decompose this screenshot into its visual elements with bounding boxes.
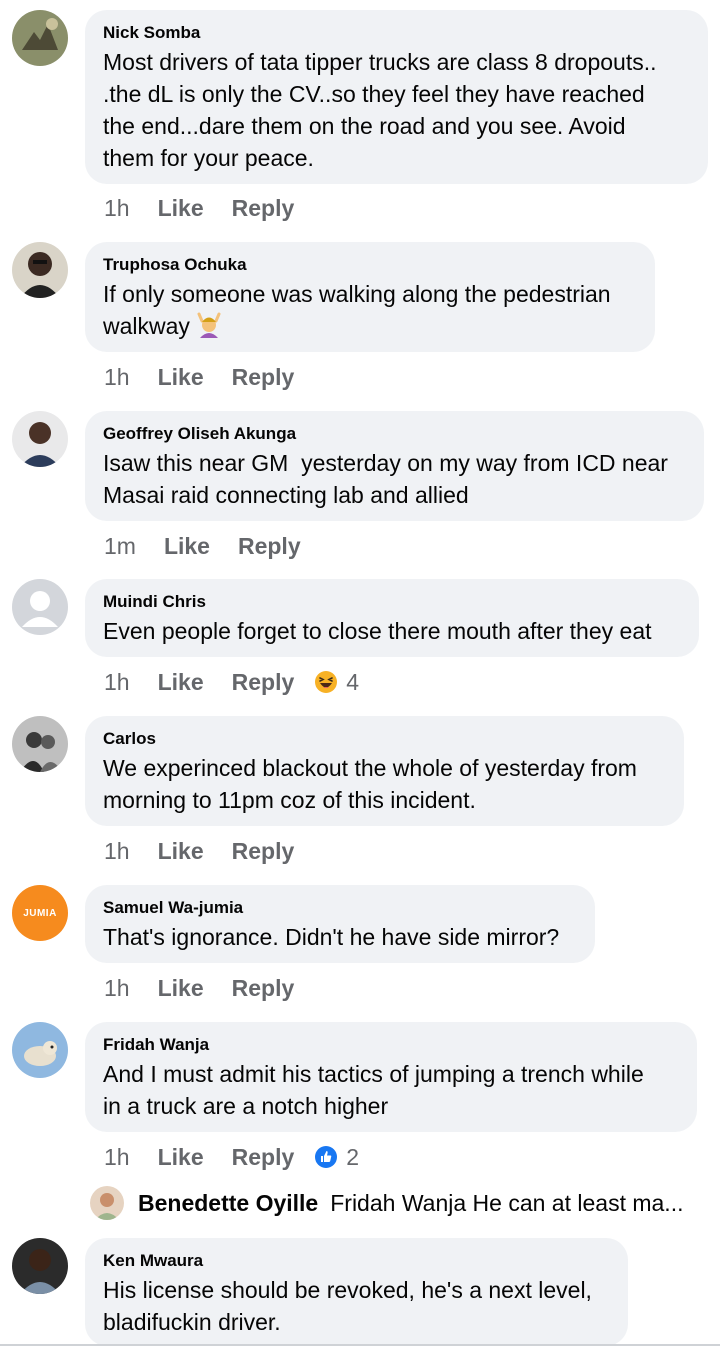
comment-bubble[interactable]: Nick Somba Most drivers of tata tipper t… bbox=[85, 10, 708, 184]
avatar[interactable] bbox=[12, 242, 68, 298]
like-button[interactable]: Like bbox=[158, 191, 204, 225]
comment-actions: 1h Like Reply 4 bbox=[104, 665, 359, 699]
reply-button[interactable]: Reply bbox=[232, 191, 295, 225]
avatar[interactable] bbox=[12, 1022, 68, 1078]
reply-text: Fridah Wanja He can at least ma... bbox=[330, 1189, 684, 1216]
avatar[interactable] bbox=[90, 1186, 124, 1220]
comment-actions: 1h Like Reply bbox=[104, 191, 322, 225]
comment-time[interactable]: 1h bbox=[104, 191, 130, 225]
reply-button[interactable]: Reply bbox=[232, 971, 295, 1005]
comment-text-line: in a truck are a notch higher bbox=[103, 1093, 389, 1119]
like-reaction-icon bbox=[315, 1146, 338, 1168]
comment-bubble[interactable]: Muindi Chris Even people forget to close… bbox=[85, 579, 699, 657]
like-button[interactable]: Like bbox=[158, 971, 204, 1005]
comment-text-line: If only someone was walking along the pe… bbox=[103, 281, 611, 307]
comment-actions: 1h Like Reply bbox=[104, 834, 322, 868]
comment-time[interactable]: 1m bbox=[104, 529, 136, 563]
reply-button[interactable]: Reply bbox=[238, 529, 301, 563]
reply-button[interactable]: Reply bbox=[232, 665, 295, 699]
comment-actions: 1h Like Reply 2 bbox=[104, 1140, 359, 1174]
comment-text-line: .the dL is only the CV..so they feel the… bbox=[103, 81, 645, 107]
reply-author[interactable]: Benedette Oyille bbox=[138, 1190, 318, 1217]
avatar[interactable]: JUMIA bbox=[12, 885, 68, 941]
reaction-count: 4 bbox=[346, 669, 360, 695]
comment-text-line: And I must admit his tactics of jumping … bbox=[103, 1061, 644, 1087]
comment-bubble[interactable]: Samuel Wa-jumia That's ignorance. Didn't… bbox=[85, 885, 595, 963]
like-button[interactable]: Like bbox=[158, 665, 204, 699]
like-button[interactable]: Like bbox=[164, 529, 210, 563]
jumia-logo-text: JUMIA bbox=[23, 907, 57, 919]
like-button[interactable]: Like bbox=[158, 834, 204, 868]
reply-preview[interactable]: Benedette Oyille Fridah Wanja He can at … bbox=[90, 1184, 683, 1222]
comment-bubble[interactable]: Fridah Wanja And I must admit his tactic… bbox=[85, 1022, 697, 1132]
raising-hands-person-emoji bbox=[197, 312, 221, 338]
comment-author[interactable]: Nick Somba bbox=[103, 22, 690, 44]
comment-author[interactable]: Truphosa Ochuka bbox=[103, 254, 637, 276]
comment-bubble[interactable]: Geoffrey Oliseh Akunga Isaw this near GM… bbox=[85, 411, 704, 521]
comment-time[interactable]: 1h bbox=[104, 971, 130, 1005]
avatar[interactable] bbox=[12, 411, 68, 467]
reaction-summary[interactable]: 2 bbox=[314, 1140, 359, 1174]
comment-text-line: the end...dare them on the road and you … bbox=[103, 113, 626, 139]
comment-text-line: That's ignorance. Didn't he have side mi… bbox=[103, 924, 560, 950]
comment-text-line: Most drivers of tata tipper trucks are c… bbox=[103, 49, 657, 75]
reaction-summary[interactable]: 4 bbox=[314, 665, 359, 699]
avatar[interactable] bbox=[12, 10, 68, 66]
avatar[interactable] bbox=[12, 579, 68, 635]
comment-actions: 1h Like Reply bbox=[104, 971, 322, 1005]
reply-button[interactable]: Reply bbox=[232, 1140, 295, 1174]
comment-author[interactable]: Muindi Chris bbox=[103, 591, 681, 613]
comment-actions: 1m Like Reply bbox=[104, 529, 329, 563]
comment-time[interactable]: 1h bbox=[104, 665, 130, 699]
comment-time[interactable]: 1h bbox=[104, 360, 130, 394]
comment-bubble[interactable]: Ken Mwaura His license should be revoked… bbox=[85, 1238, 628, 1346]
comment-author[interactable]: Geoffrey Oliseh Akunga bbox=[103, 423, 686, 445]
like-button[interactable]: Like bbox=[158, 360, 204, 394]
comment-time[interactable]: 1h bbox=[104, 1140, 130, 1174]
comment-bubble[interactable]: Carlos We experinced blackout the whole … bbox=[85, 716, 684, 826]
comment-text-line: them for your peace. bbox=[103, 145, 314, 171]
comment-text-line: morning to 11pm coz of this incident. bbox=[103, 787, 476, 813]
comment-text-line: His license should be revoked, he's a ne… bbox=[103, 1277, 592, 1303]
haha-reaction-icon bbox=[315, 671, 338, 693]
reply-button[interactable]: Reply bbox=[232, 360, 295, 394]
comment-text-line: bladifuckin driver. bbox=[103, 1309, 281, 1335]
comment-text-line: Masai raid connecting lab and allied bbox=[103, 482, 469, 508]
comment-text-line: Isaw this near GM yesterday on my way fr… bbox=[103, 450, 668, 476]
comment-actions: 1h Like Reply bbox=[104, 360, 322, 394]
reaction-count: 2 bbox=[346, 1144, 360, 1170]
comment-text-line: We experinced blackout the whole of yest… bbox=[103, 755, 637, 781]
comment-author[interactable]: Ken Mwaura bbox=[103, 1250, 610, 1272]
comment-author[interactable]: Samuel Wa-jumia bbox=[103, 897, 577, 919]
reply-button[interactable]: Reply bbox=[232, 834, 295, 868]
avatar[interactable] bbox=[12, 1238, 68, 1294]
comment-text-line-with-emoji: walkway bbox=[103, 310, 637, 342]
comment-text-line: walkway bbox=[103, 313, 190, 339]
comment-author[interactable]: Fridah Wanja bbox=[103, 1034, 679, 1056]
comment-author[interactable]: Carlos bbox=[103, 728, 666, 750]
comment-bubble[interactable]: Truphosa Ochuka If only someone was walk… bbox=[85, 242, 655, 352]
avatar[interactable] bbox=[12, 716, 68, 772]
comment-text-line: Even people forget to close there mouth … bbox=[103, 618, 652, 644]
like-button[interactable]: Like bbox=[158, 1140, 204, 1174]
comment-time[interactable]: 1h bbox=[104, 834, 130, 868]
